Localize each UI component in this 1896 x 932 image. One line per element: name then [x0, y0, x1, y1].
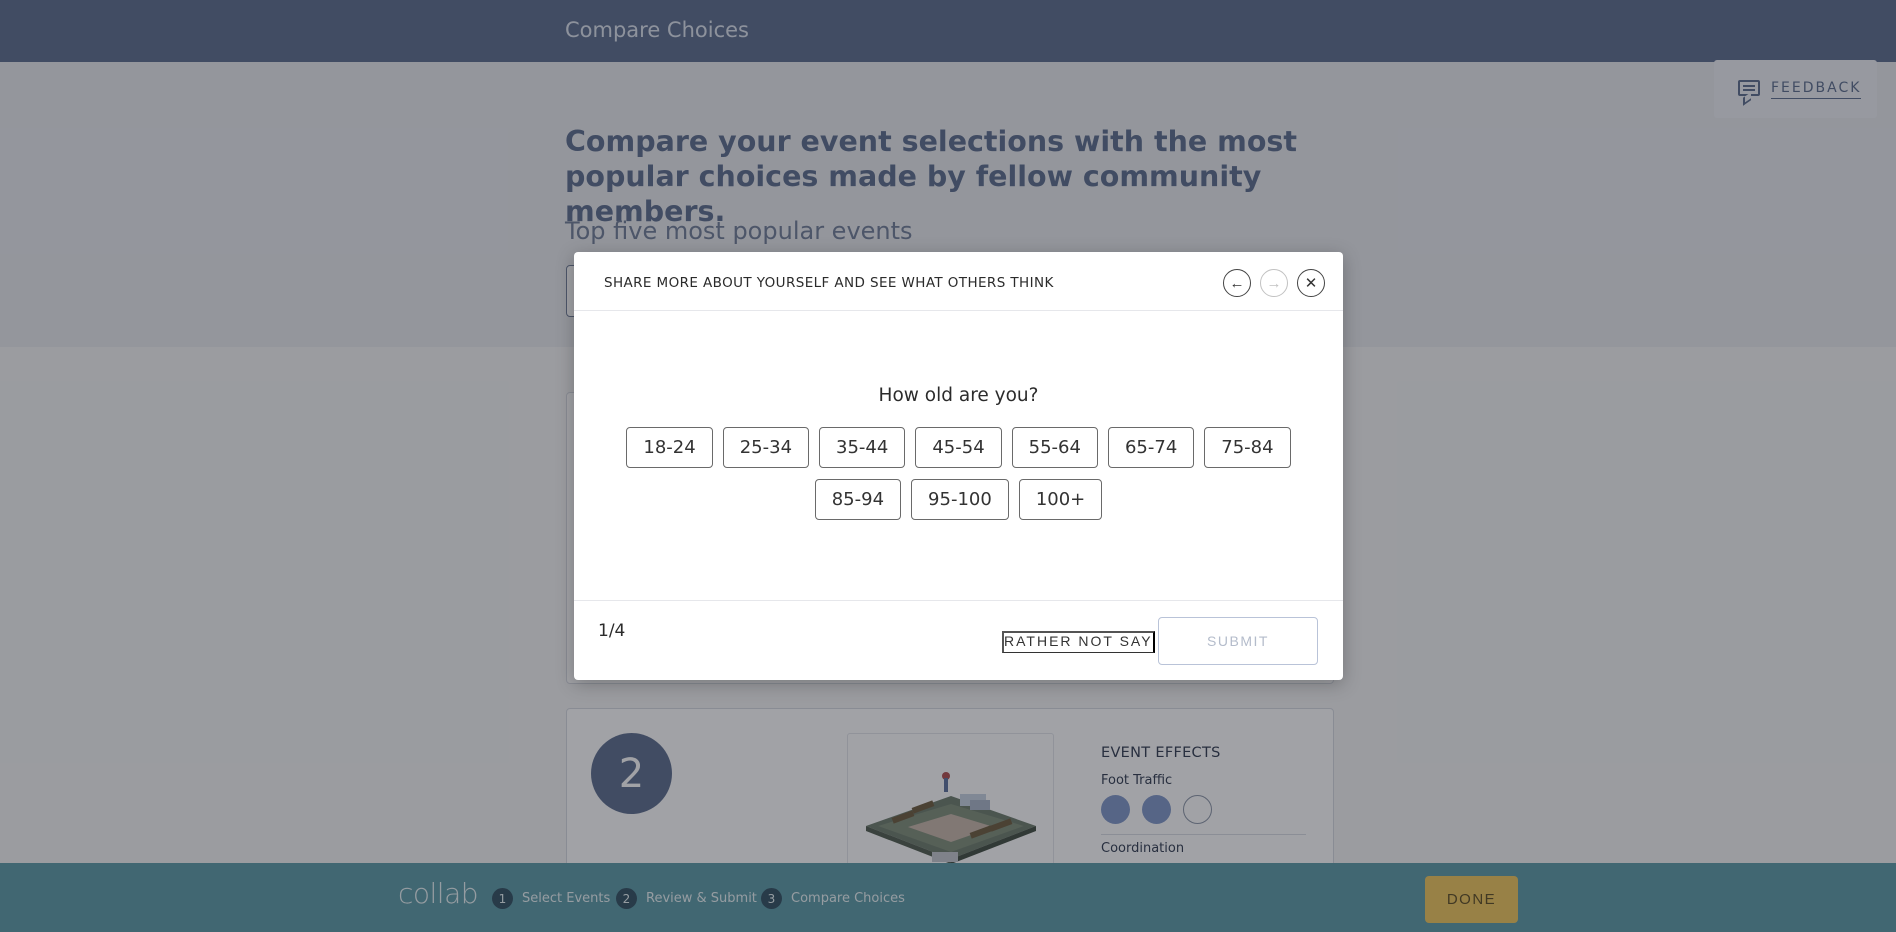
submit-button[interactable]: SUBMIT	[1158, 617, 1318, 665]
next-button[interactable]: →	[1260, 269, 1288, 297]
age-option-18-24[interactable]: 18-24	[626, 427, 713, 468]
arrow-left-icon: ←	[1229, 274, 1245, 292]
age-option-25-34[interactable]: 25-34	[722, 427, 810, 468]
close-icon: ✕	[1304, 275, 1318, 292]
modal-header: SHARE MORE ABOUT YOURSELF AND SEE WHAT O…	[574, 252, 1343, 311]
close-button[interactable]: ✕	[1297, 269, 1325, 297]
modal-title: SHARE MORE ABOUT YOURSELF AND SEE WHAT O…	[604, 275, 1054, 291]
age-option-65-74[interactable]: 65-74	[1107, 427, 1195, 468]
previous-button[interactable]: ←	[1223, 269, 1251, 297]
age-option-85-94[interactable]: 85-94	[814, 479, 902, 520]
demographics-modal: SHARE MORE ABOUT YOURSELF AND SEE WHAT O…	[574, 252, 1343, 680]
question-progress: 1/4	[598, 621, 626, 641]
age-options-row-1: 18-24 25-34 35-44 45-54 55-64 65-74 75-8…	[574, 427, 1343, 468]
rather-not-say-link[interactable]: RATHER NOT SAY	[1002, 631, 1155, 653]
question-text: How old are you?	[878, 385, 1039, 406]
modal-footer: 1/4 RATHER NOT SAY SUBMIT	[574, 600, 1343, 680]
age-option-95-100[interactable]: 95-100	[911, 479, 1009, 520]
age-options-row-2: 85-94 95-100 100+	[574, 479, 1343, 520]
age-option-75-84[interactable]: 75-84	[1204, 427, 1291, 468]
age-option-100-plus[interactable]: 100+	[1018, 479, 1103, 520]
age-option-55-64[interactable]: 55-64	[1011, 427, 1098, 468]
age-option-35-44[interactable]: 35-44	[819, 427, 906, 468]
age-option-45-54[interactable]: 45-54	[915, 427, 1002, 468]
arrow-right-icon: →	[1266, 274, 1282, 292]
